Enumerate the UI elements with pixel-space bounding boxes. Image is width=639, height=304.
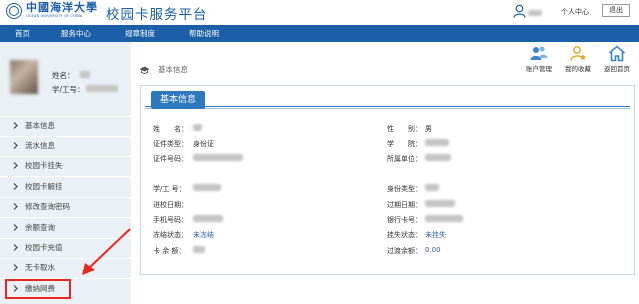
users-icon: [530, 46, 548, 60]
freeze-status-value: 未冻结: [193, 231, 214, 239]
account-management-button[interactable]: 账户管理: [519, 45, 559, 73]
unit-label: 所属单位：: [387, 155, 422, 163]
profile-id-label: 学/工号：: [52, 85, 85, 94]
sidebar-item-cancel-loss[interactable]: 校园卡解挂: [0, 177, 131, 197]
chevron-right-icon: [13, 224, 18, 231]
university-seal-icon: [6, 2, 22, 19]
profile-name-redacted: [80, 71, 90, 78]
id-type-label: 证件类型：: [153, 140, 188, 148]
chevron-right-icon: [13, 162, 18, 169]
balance-redacted: [193, 246, 205, 253]
university-logo[interactable]: 中國海洋大學 OCEAN UNIVERSITY OF CHINA: [6, 2, 98, 19]
logo-chinese-name: 中國海洋大學: [26, 1, 98, 14]
panel-divider: [145, 106, 630, 107]
unit-redacted: [425, 154, 451, 161]
balance-label: 卡 余 额：: [153, 247, 186, 255]
graduation-cap-icon: [139, 66, 150, 74]
avatar: [10, 60, 38, 94]
identity-type-label: 身份类型：: [387, 185, 422, 193]
my-favorites-label: 我的收藏: [565, 65, 591, 73]
panel-title-tab: 基本信息: [151, 91, 205, 109]
sidebar-item-label: 校园卡充值: [25, 243, 63, 252]
nav-home[interactable]: 首页: [15, 25, 30, 42]
home-icon: [608, 45, 626, 62]
chevron-right-icon: [13, 264, 18, 271]
sidebar-item-transactions[interactable]: 流水信息: [0, 136, 131, 156]
gender-label: 性 别：: [387, 125, 422, 133]
star-user-icon: [570, 46, 587, 61]
chevron-right-icon: [13, 122, 18, 129]
main-nav: 首页 服务中心 规章制度 帮助说明: [0, 25, 639, 42]
sidebar-item-label: 余额查询: [25, 223, 55, 232]
phone-redacted: [193, 215, 223, 222]
panel-divider-secondary: [145, 108, 630, 109]
bank-card-label: 银行卡号：: [387, 216, 422, 224]
breadcrumb: 基本信息: [139, 64, 188, 75]
phone-label: 手机号码：: [153, 216, 188, 224]
student-id-label: 学/工 号：: [153, 185, 186, 193]
bank-card-redacted: [425, 215, 463, 222]
user-icon: [513, 4, 526, 18]
freeze-status-label: 冻结状态：: [153, 231, 188, 239]
id-number-label: 证件号码：: [153, 155, 188, 163]
breadcrumb-current: 基本信息: [158, 65, 188, 74]
sidebar-item-label: 流水信息: [25, 141, 55, 150]
chevron-right-icon: [13, 142, 18, 149]
return-home-label: 返回首页: [604, 65, 630, 73]
id-number-redacted: [193, 154, 243, 161]
username-redacted: [528, 9, 542, 16]
identity-type-redacted: [425, 184, 439, 191]
loss-status-label: 挂失状态：: [387, 231, 422, 239]
profile-id-redacted: [86, 85, 118, 92]
my-favorites-button[interactable]: 我的收藏: [558, 45, 598, 73]
sidebar-item-basic-info[interactable]: 基本信息: [0, 116, 131, 136]
sidebar-item-label: 校园卡解挂: [25, 182, 63, 191]
chevron-right-icon: [13, 183, 18, 190]
chevron-right-icon: [13, 244, 18, 251]
chevron-right-icon: [13, 203, 18, 210]
enroll-date-label: 进校日期：: [153, 201, 188, 209]
profile-name-label: 姓名：: [52, 71, 75, 80]
personal-center-link[interactable]: 个人中心: [561, 7, 589, 17]
name-value-redacted: [193, 124, 202, 131]
college-redacted: [425, 139, 449, 146]
sidebar-item-label: 基本信息: [25, 121, 55, 130]
sidebar-item-label: 无卡取水: [25, 263, 55, 272]
sidebar-item-water[interactable]: 无卡取水: [0, 258, 131, 278]
id-type-value: 身份证: [193, 140, 214, 148]
name-label: 姓 名：: [153, 125, 188, 133]
transition-balance-value: 0.00: [425, 246, 441, 254]
logo-english-name: OCEAN UNIVERSITY OF CHINA: [26, 14, 83, 18]
nav-regulations[interactable]: 规章制度: [125, 25, 155, 42]
logout-button[interactable]: 退出: [602, 4, 630, 17]
return-home-button[interactable]: 返回首页: [597, 45, 637, 73]
sidebar-item-label: 校园卡挂失: [25, 161, 63, 170]
expiry-date-label: 过期日期：: [387, 201, 422, 209]
sidebar-item-recharge[interactable]: 校园卡充值: [0, 238, 131, 258]
account-management-label: 账户管理: [526, 65, 552, 73]
sidebar-item-change-password[interactable]: 修改查询密码: [0, 197, 131, 217]
gender-value: 男: [425, 125, 432, 133]
loss-status-value: 未挂失: [425, 231, 446, 239]
nav-service-center[interactable]: 服务中心: [61, 25, 91, 42]
app-title: 校园卡服务平台: [106, 7, 208, 23]
expiry-date-redacted: [425, 200, 455, 207]
sidebar-item-report-loss[interactable]: 校园卡挂失: [0, 156, 131, 176]
current-user[interactable]: [513, 4, 542, 18]
nav-help[interactable]: 帮助说明: [189, 25, 219, 42]
sidebar-item-balance[interactable]: 余额查询: [0, 218, 131, 238]
annotation-highlight-box: [5, 279, 71, 299]
transition-balance-label: 过渡余额：: [387, 247, 422, 255]
student-id-redacted: [193, 184, 221, 191]
top-bar: 中國海洋大學 OCEAN UNIVERSITY OF CHINA 校园卡服务平台…: [0, 0, 639, 25]
college-label: 学 院：: [387, 140, 422, 148]
sidebar-item-label: 修改查询密码: [25, 202, 70, 211]
